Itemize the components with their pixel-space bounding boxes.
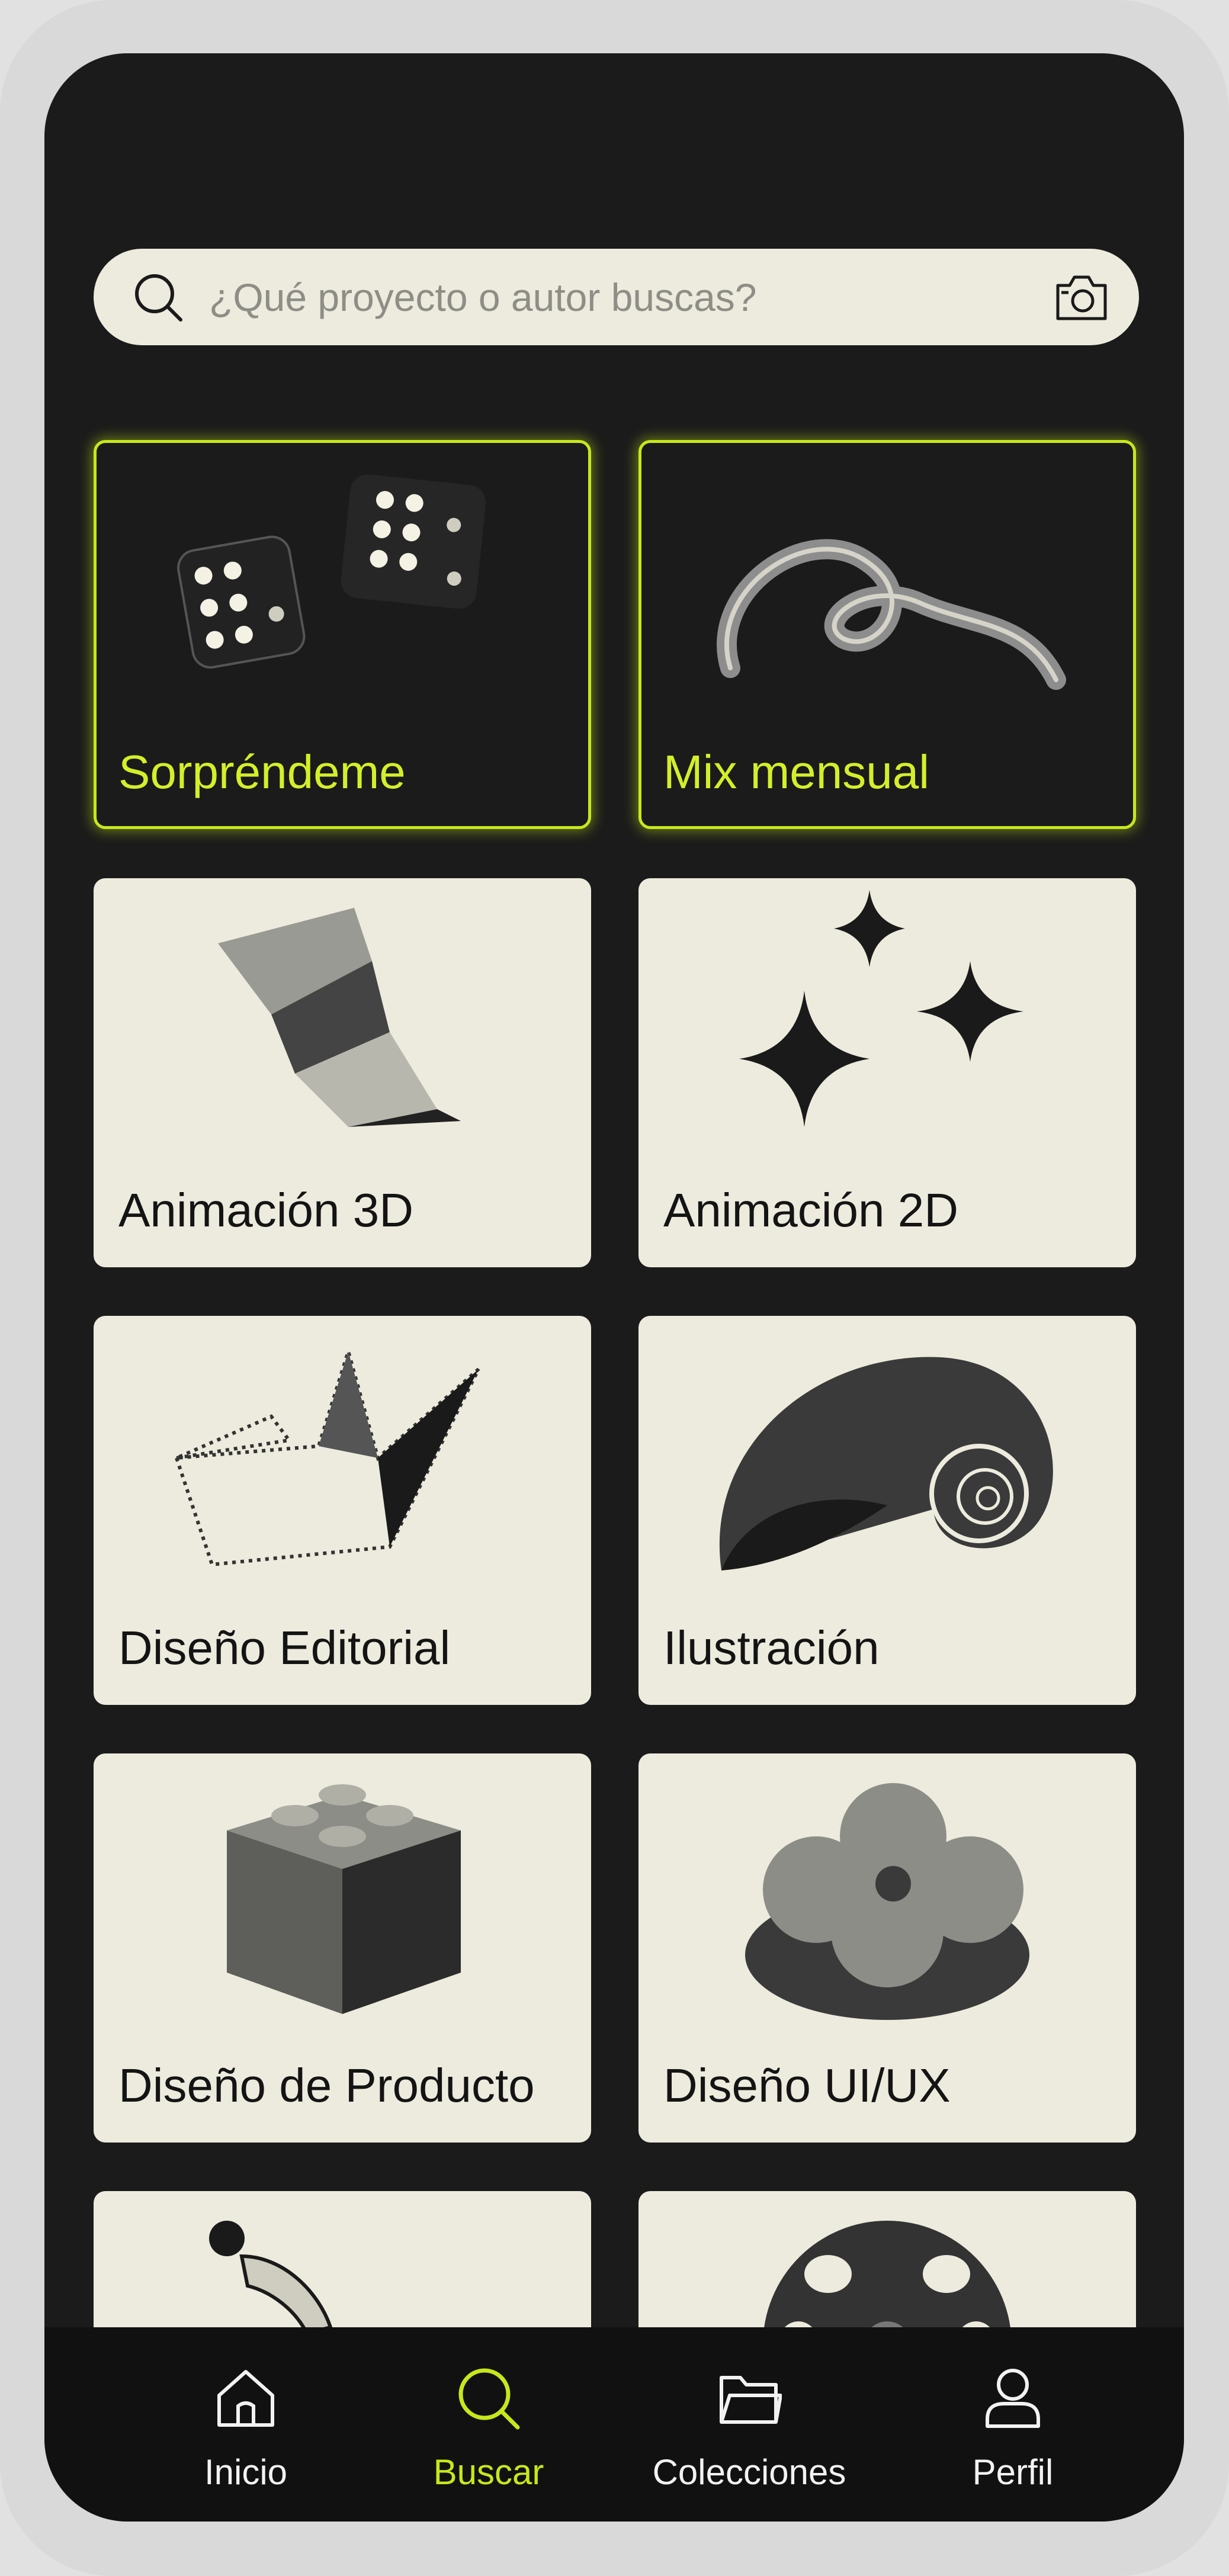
nav-item-inicio[interactable]: Inicio — [157, 2327, 335, 2522]
swirl-icon — [717, 539, 1066, 690]
search-bar[interactable] — [94, 249, 1139, 345]
category-label: Diseño UI/UX — [663, 2059, 951, 2112]
category-card-diseno-ui-ux[interactable]: Diseño UI/UX — [638, 1753, 1136, 2143]
nav-label: Buscar — [433, 2452, 544, 2492]
folder-icon — [720, 2376, 782, 2424]
category-card-diseno-de-producto[interactable]: Diseño de Producto — [94, 1753, 591, 2143]
category-label: Animación 3D — [118, 1184, 414, 1236]
category-label: Diseño Editorial — [118, 1621, 451, 1674]
search-input[interactable] — [209, 249, 1009, 345]
category-card-sorprendeme[interactable]: Sorpréndeme — [94, 440, 591, 829]
home-icon — [217, 2370, 274, 2427]
search-icon — [458, 2368, 520, 2430]
category-card-mix-mensual[interactable]: Mix mensual — [638, 440, 1136, 829]
nav-label: Colecciones — [652, 2452, 846, 2492]
paper-boat-icon — [174, 1345, 480, 1567]
nautilus-shell-icon — [719, 1357, 1053, 1570]
nav-item-colecciones[interactable]: Colecciones — [631, 2327, 868, 2522]
user-icon — [986, 2369, 1040, 2428]
category-grid: Sorpréndeme Mix mensual Animación 3D Ani… — [44, 53, 1184, 2522]
category-card-diseno-editorial[interactable]: Diseño Editorial — [94, 1316, 591, 1705]
nav-label: Inicio — [204, 2452, 288, 2492]
dice-icon — [177, 474, 486, 669]
category-label: Ilustración — [663, 1621, 880, 1674]
app-screen: Sorpréndeme Mix mensual Animación 3D Ani… — [44, 53, 1184, 2522]
category-label: Mix mensual — [663, 746, 930, 798]
phone-frame: Sorpréndeme Mix mensual Animación 3D Ani… — [0, 0, 1229, 2576]
category-label: Sorpréndeme — [118, 746, 406, 798]
category-card-animacion-3d[interactable]: Animación 3D — [94, 878, 591, 1267]
flower-shape-icon — [745, 1783, 1029, 2020]
category-card-animacion-2d[interactable]: Animación 2D — [638, 878, 1136, 1267]
nav-item-perfil[interactable]: Perfil — [939, 2327, 1087, 2522]
bottom-navigation: Inicio Buscar Colecciones Perfil — [44, 2327, 1184, 2522]
search-icon[interactable] — [132, 271, 185, 325]
category-card-ilustracion[interactable]: Ilustración — [638, 1316, 1136, 1705]
camera-icon[interactable] — [1053, 272, 1110, 322]
category-label: Diseño de Producto — [118, 2059, 535, 2112]
lego-brick-icon — [227, 1784, 461, 2014]
twisted-ribbon-icon — [218, 908, 461, 1127]
category-label: Animación 2D — [663, 1184, 959, 1236]
nav-item-buscar[interactable]: Buscar — [400, 2327, 577, 2522]
sparkles-icon — [739, 890, 1023, 1127]
nav-label: Perfil — [972, 2452, 1054, 2492]
